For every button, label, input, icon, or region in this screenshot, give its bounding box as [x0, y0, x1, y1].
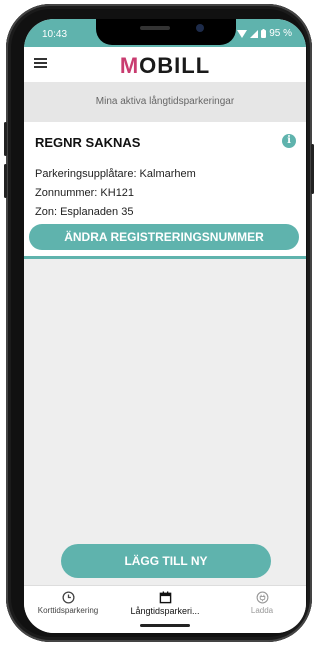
plug-icon: [256, 591, 268, 604]
card-line-zone: Zon: Esplanaden 35: [35, 206, 134, 218]
card-line-operator: Parkeringsupplåtare: Kalmarhem: [35, 168, 196, 180]
calendar-icon: [159, 591, 171, 604]
volume-button: [4, 122, 7, 156]
wifi-icon: [237, 29, 248, 38]
page-subtitle: Mina aktiva långtidsparkeringar: [24, 82, 306, 122]
app-bar: MOBILL: [24, 47, 306, 82]
tab-label: Korttidsparkering: [37, 606, 99, 615]
info-icon[interactable]: i: [282, 134, 296, 148]
status-time: 10:43: [42, 29, 68, 40]
brand-logo-m: M: [119, 53, 140, 78]
tab-ladda[interactable]: Ladda: [226, 591, 298, 615]
camera: [196, 24, 204, 32]
brand-logo-rest: OBILL: [139, 53, 211, 78]
screen: 10:43 95 % MOBILL Mina aktiva långtidspa…: [24, 19, 306, 633]
add-new-button[interactable]: LÄGG TILL NY: [61, 544, 271, 578]
change-registration-button[interactable]: ÄNDRA REGISTRERINGSNUMMER: [29, 224, 299, 250]
signal-icon: [250, 29, 259, 38]
tab-langtidsparkering[interactable]: Långtidsparkeri...: [120, 591, 210, 616]
tab-label: Ladda: [250, 606, 274, 615]
status-icons: 95 %: [237, 28, 292, 39]
battery-level: 95 %: [269, 28, 292, 39]
tab-korttidsparkering[interactable]: Korttidsparkering: [26, 591, 110, 615]
battery-icon: [261, 29, 267, 38]
parking-card: REGNR SAKNAS i Parkeringsupplåtare: Kalm…: [24, 122, 306, 259]
power-button: [311, 144, 314, 194]
bottom-nav: Korttidsparkering Långtidsparkeri... Lad…: [24, 585, 306, 633]
card-line-zone-number: Zonnummer: KH121: [35, 187, 135, 199]
home-indicator[interactable]: [140, 624, 190, 627]
brand-logo: MOBILL: [24, 53, 306, 79]
tab-label: Långtidsparkeri...: [130, 606, 200, 616]
clock-icon: [61, 591, 75, 604]
notch: [96, 19, 236, 45]
volume-button: [4, 164, 7, 198]
speaker: [140, 26, 170, 30]
card-title: REGNR SAKNAS: [35, 135, 141, 150]
